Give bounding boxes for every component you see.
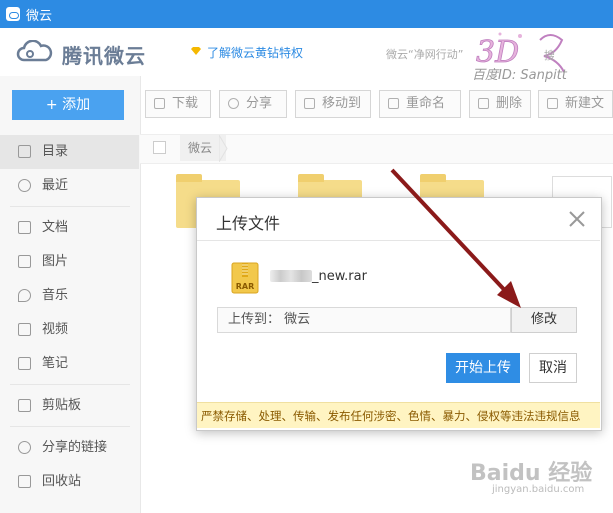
delete-label: 删除: [496, 96, 523, 111]
sidebar-item-label: 目录: [42, 144, 69, 159]
upload-destination-field: 上传到： 微云: [217, 307, 511, 333]
sidebar-item-label: 分享的链接: [42, 440, 108, 455]
video-icon: [18, 323, 31, 336]
sidebar-item-label: 视频: [42, 322, 69, 337]
sidebar-item-recent[interactable]: 最近: [0, 169, 139, 203]
sidebar-item-recycle-bin[interactable]: 回收站: [0, 465, 139, 499]
upload-file-name: _new.rar: [312, 269, 367, 284]
vip-privilege-link[interactable]: 了解微云黄钻特权: [207, 44, 303, 61]
baidu-watermark-url: jingyan.baidu.com: [492, 484, 585, 495]
move-icon: [304, 98, 315, 109]
add-button[interactable]: + 添加: [12, 90, 124, 120]
sidebar-item-documents[interactable]: 文档: [0, 211, 139, 245]
music-icon: [18, 289, 31, 302]
new-folder-icon: [547, 98, 558, 109]
baidu-watermark: Baidu 经验: [470, 461, 593, 486]
catalog-icon: [18, 145, 31, 158]
sidebar-item-images[interactable]: 图片: [0, 245, 139, 279]
clock-icon: [18, 179, 31, 192]
new-folder-button[interactable]: 新建文: [538, 90, 613, 118]
header-notice-text[interactable]: 微云“净网行动”: [386, 46, 463, 62]
sidebar-item-shared-links[interactable]: 分享的链接: [0, 431, 139, 465]
move-to-label: 移动到: [322, 96, 362, 111]
sidebar-item-music[interactable]: 音乐: [0, 279, 139, 313]
cloud-logo-icon: [16, 40, 53, 62]
sidebar-divider: [10, 384, 130, 385]
window-title: 微云: [26, 9, 53, 24]
download-icon: [154, 98, 165, 109]
rename-button[interactable]: 重命名: [379, 90, 461, 118]
share-button[interactable]: 分享: [219, 90, 287, 118]
cancel-button[interactable]: 取消: [529, 353, 577, 383]
link-icon: [18, 441, 31, 454]
clipboard-icon: [18, 399, 31, 412]
sidebar-item-label: 图片: [42, 254, 69, 269]
note-icon: [18, 357, 31, 370]
sidebar-item-label: 回收站: [42, 474, 82, 489]
download-button[interactable]: 下载: [145, 90, 211, 118]
sidebar-item-label: 剪贴板: [42, 398, 82, 413]
rar-icon-label: RAR: [236, 282, 255, 291]
dialog-divider: [197, 240, 600, 241]
start-upload-button[interactable]: 开始上传: [446, 353, 520, 383]
legal-warning-bar: 严禁存储、处理、传输、发布任何涉密、色情、暴力、侵权等违法违规信息: [197, 402, 600, 428]
watermark-suffix: 搜: [544, 49, 555, 62]
move-to-button[interactable]: 移动到: [295, 90, 371, 118]
sidebar-item-label: 最近: [42, 178, 69, 193]
share-label: 分享: [246, 96, 273, 111]
cloud-app-icon: [6, 7, 20, 21]
delete-button[interactable]: 删除: [469, 90, 531, 118]
breadcrumb-arrow-icon: [219, 135, 228, 162]
dialog-title: 上传文件: [216, 214, 281, 233]
sidebar-divider: [10, 426, 130, 427]
trash-icon: [478, 98, 489, 109]
modify-destination-button[interactable]: 修改: [511, 307, 577, 333]
app-logo-text: 腾讯微云: [62, 44, 146, 68]
image-icon: [18, 255, 31, 268]
download-label: 下载: [172, 96, 199, 111]
sidebar-item-label: 笔记: [42, 356, 69, 371]
document-icon: [18, 221, 31, 234]
select-all-checkbox[interactable]: [153, 141, 166, 154]
sidebar-item-label: 文档: [42, 220, 69, 235]
diamond-icon: [191, 47, 201, 55]
sidebar-item-clipboard[interactable]: 剪贴板: [0, 389, 139, 423]
sidebar-item-catalog[interactable]: 目录: [0, 135, 139, 169]
trash-icon: [18, 475, 31, 488]
rename-label: 重命名: [406, 96, 446, 111]
rename-icon: [388, 98, 399, 109]
sidebar-divider: [10, 206, 130, 207]
sidebar-item-notes[interactable]: 笔记: [0, 347, 139, 381]
share-icon: [228, 98, 239, 109]
sidebar-item-label: 音乐: [42, 288, 69, 303]
close-icon[interactable]: [566, 208, 588, 230]
window-titlebar: 微云: [0, 0, 613, 28]
rar-archive-icon: RAR: [231, 262, 259, 294]
new-folder-label: 新建文: [565, 96, 605, 111]
filename-redacted: [270, 270, 312, 282]
sidebar-item-video[interactable]: 视频: [0, 313, 139, 347]
